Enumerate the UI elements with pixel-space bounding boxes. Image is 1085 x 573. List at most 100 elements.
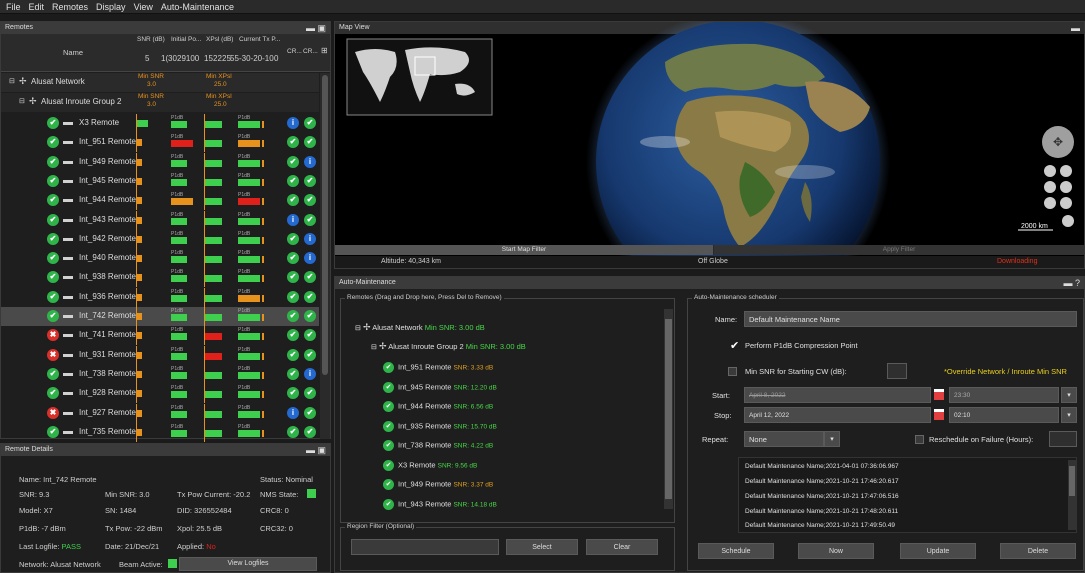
check-icon[interactable]: ✔ [287,367,299,380]
check-icon[interactable]: ✔ [304,290,316,303]
repeat-select[interactable]: None [744,431,824,447]
col-tx[interactable]: Current Tx P... [239,36,280,43]
stop-time-input[interactable]: 02:10 [949,407,1059,423]
check-icon[interactable]: ✔ [287,348,299,361]
column-chooser-icon[interactable]: ⊞ [321,46,328,55]
dock-controls-icon[interactable]: ▬ ▣ [306,444,326,456]
maintenance-tree[interactable]: ⊟ ✢ Alusat Network Min SNR: 3.00 dB ⊟ ✢ … [345,307,663,519]
check-icon[interactable]: ✔ [304,406,316,419]
collapse-icon[interactable]: ⊟ [9,77,15,85]
col-initial[interactable]: Initial Po... [171,36,201,43]
remote-row[interactable]: ✔ Int_940 Remote P1dB P1dB ✔ i [1,249,319,269]
check-icon[interactable]: ✔ [287,174,299,187]
remote-row[interactable]: ✔ Int_928 Remote P1dB P1dB ✔ ✔ [1,384,319,404]
check-icon[interactable]: ✔ [304,271,316,284]
history-item[interactable]: Default Maintenance Name;2021-10-21 17:4… [745,508,898,515]
stop-time-dropdown-icon[interactable]: ▾ [1061,407,1077,423]
check-icon[interactable]: ✔ [304,387,316,400]
remote-row[interactable]: ✔ Int_938 Remote P1dB P1dB ✔ ✔ [1,268,319,288]
menu-edit[interactable]: Edit [29,2,45,12]
menu-display[interactable]: Display [96,2,126,12]
remote-row[interactable]: ✔ Int_936 Remote P1dB P1dB ✔ ✔ [1,287,319,307]
tree-network-row[interactable]: ⊟ ✢ Alusat Network Min SNR: 3.00 dB [355,322,485,333]
perform-p1db-checkbox[interactable]: ✔ [730,339,739,352]
history-item[interactable]: Default Maintenance Name;2021-04-01 07:3… [745,463,899,470]
check-icon[interactable]: ✔ [304,310,316,322]
dock-controls-icon[interactable]: ▬ ▣ [306,22,326,34]
layers-icon[interactable] [1060,197,1072,209]
maintenance-remote-item[interactable]: ✔ Int_935 Remote SNR: 15.70 dB [383,420,497,432]
maintenance-remote-item[interactable]: ✔ Int_945 Remote SNR: 12.20 dB [383,381,497,393]
check-icon[interactable]: ✔ [304,136,316,149]
remote-row[interactable]: ✔ Int_951 Remote P1dB P1dB ✔ ✔ [1,133,319,153]
info-icon[interactable]: i [304,367,316,380]
reschedule-input[interactable] [1049,431,1077,447]
min-snr-checkbox[interactable] [728,367,737,376]
check-icon[interactable]: ✔ [304,425,316,438]
collapse-icon[interactable]: ⊟ [371,344,377,351]
collapse-icon[interactable]: ⊟ [19,97,25,105]
check-icon[interactable]: ✔ [287,155,299,168]
check-icon[interactable]: ✔ [287,232,299,245]
stop-date-input[interactable]: April 12, 2022 [744,407,931,423]
history-scrollbar[interactable] [1068,460,1076,530]
select-button[interactable]: Select [506,539,578,555]
menu-view[interactable]: View [134,2,153,12]
info-icon[interactable]: i [304,232,316,245]
remotes-scrollbar[interactable] [320,73,330,439]
info-icon[interactable]: i [287,406,299,419]
repeat-dropdown-icon[interactable]: ▾ [824,431,840,447]
rotate-left-icon[interactable] [1044,181,1056,193]
view-logfiles-button[interactable]: View Logfiles [179,557,317,571]
min-snr-input[interactable] [887,363,907,379]
col-cr[interactable]: CR... [287,48,302,55]
start-time-dropdown-icon[interactable]: ▾ [1061,387,1077,403]
start-map-filter-button[interactable]: Start Map Filter [335,245,713,255]
check-icon[interactable]: ✔ [287,252,299,265]
check-icon[interactable]: ✔ [287,271,299,284]
remote-row[interactable]: ✔ Int_942 Remote P1dB P1dB ✔ i [1,229,319,249]
start-time-input[interactable]: 23:30 [949,387,1059,403]
check-icon[interactable]: ✔ [287,310,299,322]
check-icon[interactable]: ✔ [304,329,316,342]
remote-row[interactable]: ✖ Int_741 Remote P1dB P1dB ✔ ✔ [1,326,319,346]
scrollbar-thumb[interactable] [665,319,672,499]
check-icon[interactable]: ✔ [304,117,316,129]
menu-auto-maintenance[interactable]: Auto-Maintenance [161,2,234,12]
check-icon[interactable]: ✔ [287,425,299,438]
remote-row[interactable]: ✔ X3 Remote P1dB P1dB i ✔ [1,114,319,133]
col-cr2[interactable]: CR... [303,48,318,55]
remotes-drop-group[interactable]: Remotes (Drag and Drop here, Press Del t… [340,294,675,523]
schedule-button[interactable]: Schedule [698,543,774,559]
col-snr[interactable]: SNR (dB) [137,36,165,43]
region-filter-input[interactable] [351,539,499,555]
tilt-icon[interactable] [1044,197,1056,209]
maintenance-remote-item[interactable]: ✔ Int_949 Remote SNR: 3.37 dB [383,479,493,490]
menu-file[interactable]: File [6,2,21,12]
scrollbar-thumb[interactable] [1069,466,1075,496]
navigation-controls[interactable]: ✥ [1042,126,1074,227]
tree-network-row[interactable]: ⊟ ✢ Alusat Network Min SNR 3.0 Min XPsl … [1,73,319,92]
remote-row[interactable]: ✔ Int_738 Remote P1dB P1dB ✔ i [1,364,319,384]
remote-row[interactable]: ✖ Int_927 Remote P1dB P1dB i ✔ [1,403,319,423]
check-icon[interactable]: ✔ [304,213,316,226]
tree-group-row[interactable]: ⊟ ✢ Alusat Inroute Group 2 Min SNR: 3.00… [371,341,526,352]
clear-button[interactable]: Clear [586,539,658,555]
reschedule-checkbox[interactable] [915,435,924,444]
zoom-out-icon[interactable] [1044,165,1056,177]
apply-filter-button[interactable]: Apply Filter [714,245,1084,255]
check-icon[interactable]: ✔ [304,348,316,361]
start-date-input[interactable]: April 8, 2022 [744,387,931,403]
now-button[interactable]: Now [798,543,874,559]
remote-row[interactable]: ✔ Int_943 Remote P1dB P1dB i ✔ [1,210,319,230]
zoom-in-icon[interactable] [1060,165,1072,177]
maintenance-remote-item[interactable]: ✔ X3 Remote SNR: 9.56 dB [383,459,477,471]
check-icon[interactable]: ✔ [287,290,299,303]
info-icon[interactable]: i [304,155,316,168]
collapse-icon[interactable]: ⊟ [355,325,361,332]
remote-row[interactable]: ✔ Int_945 Remote P1dB P1dB ✔ ✔ [1,171,319,191]
menu-remotes[interactable]: Remotes [52,2,88,12]
maintenance-remote-item[interactable]: ✔ Int_944 Remote SNR: 6.56 dB [383,401,493,412]
history-item[interactable]: Default Maintenance Name;2021-10-21 17:4… [745,522,895,529]
check-icon[interactable]: ✔ [304,174,316,187]
